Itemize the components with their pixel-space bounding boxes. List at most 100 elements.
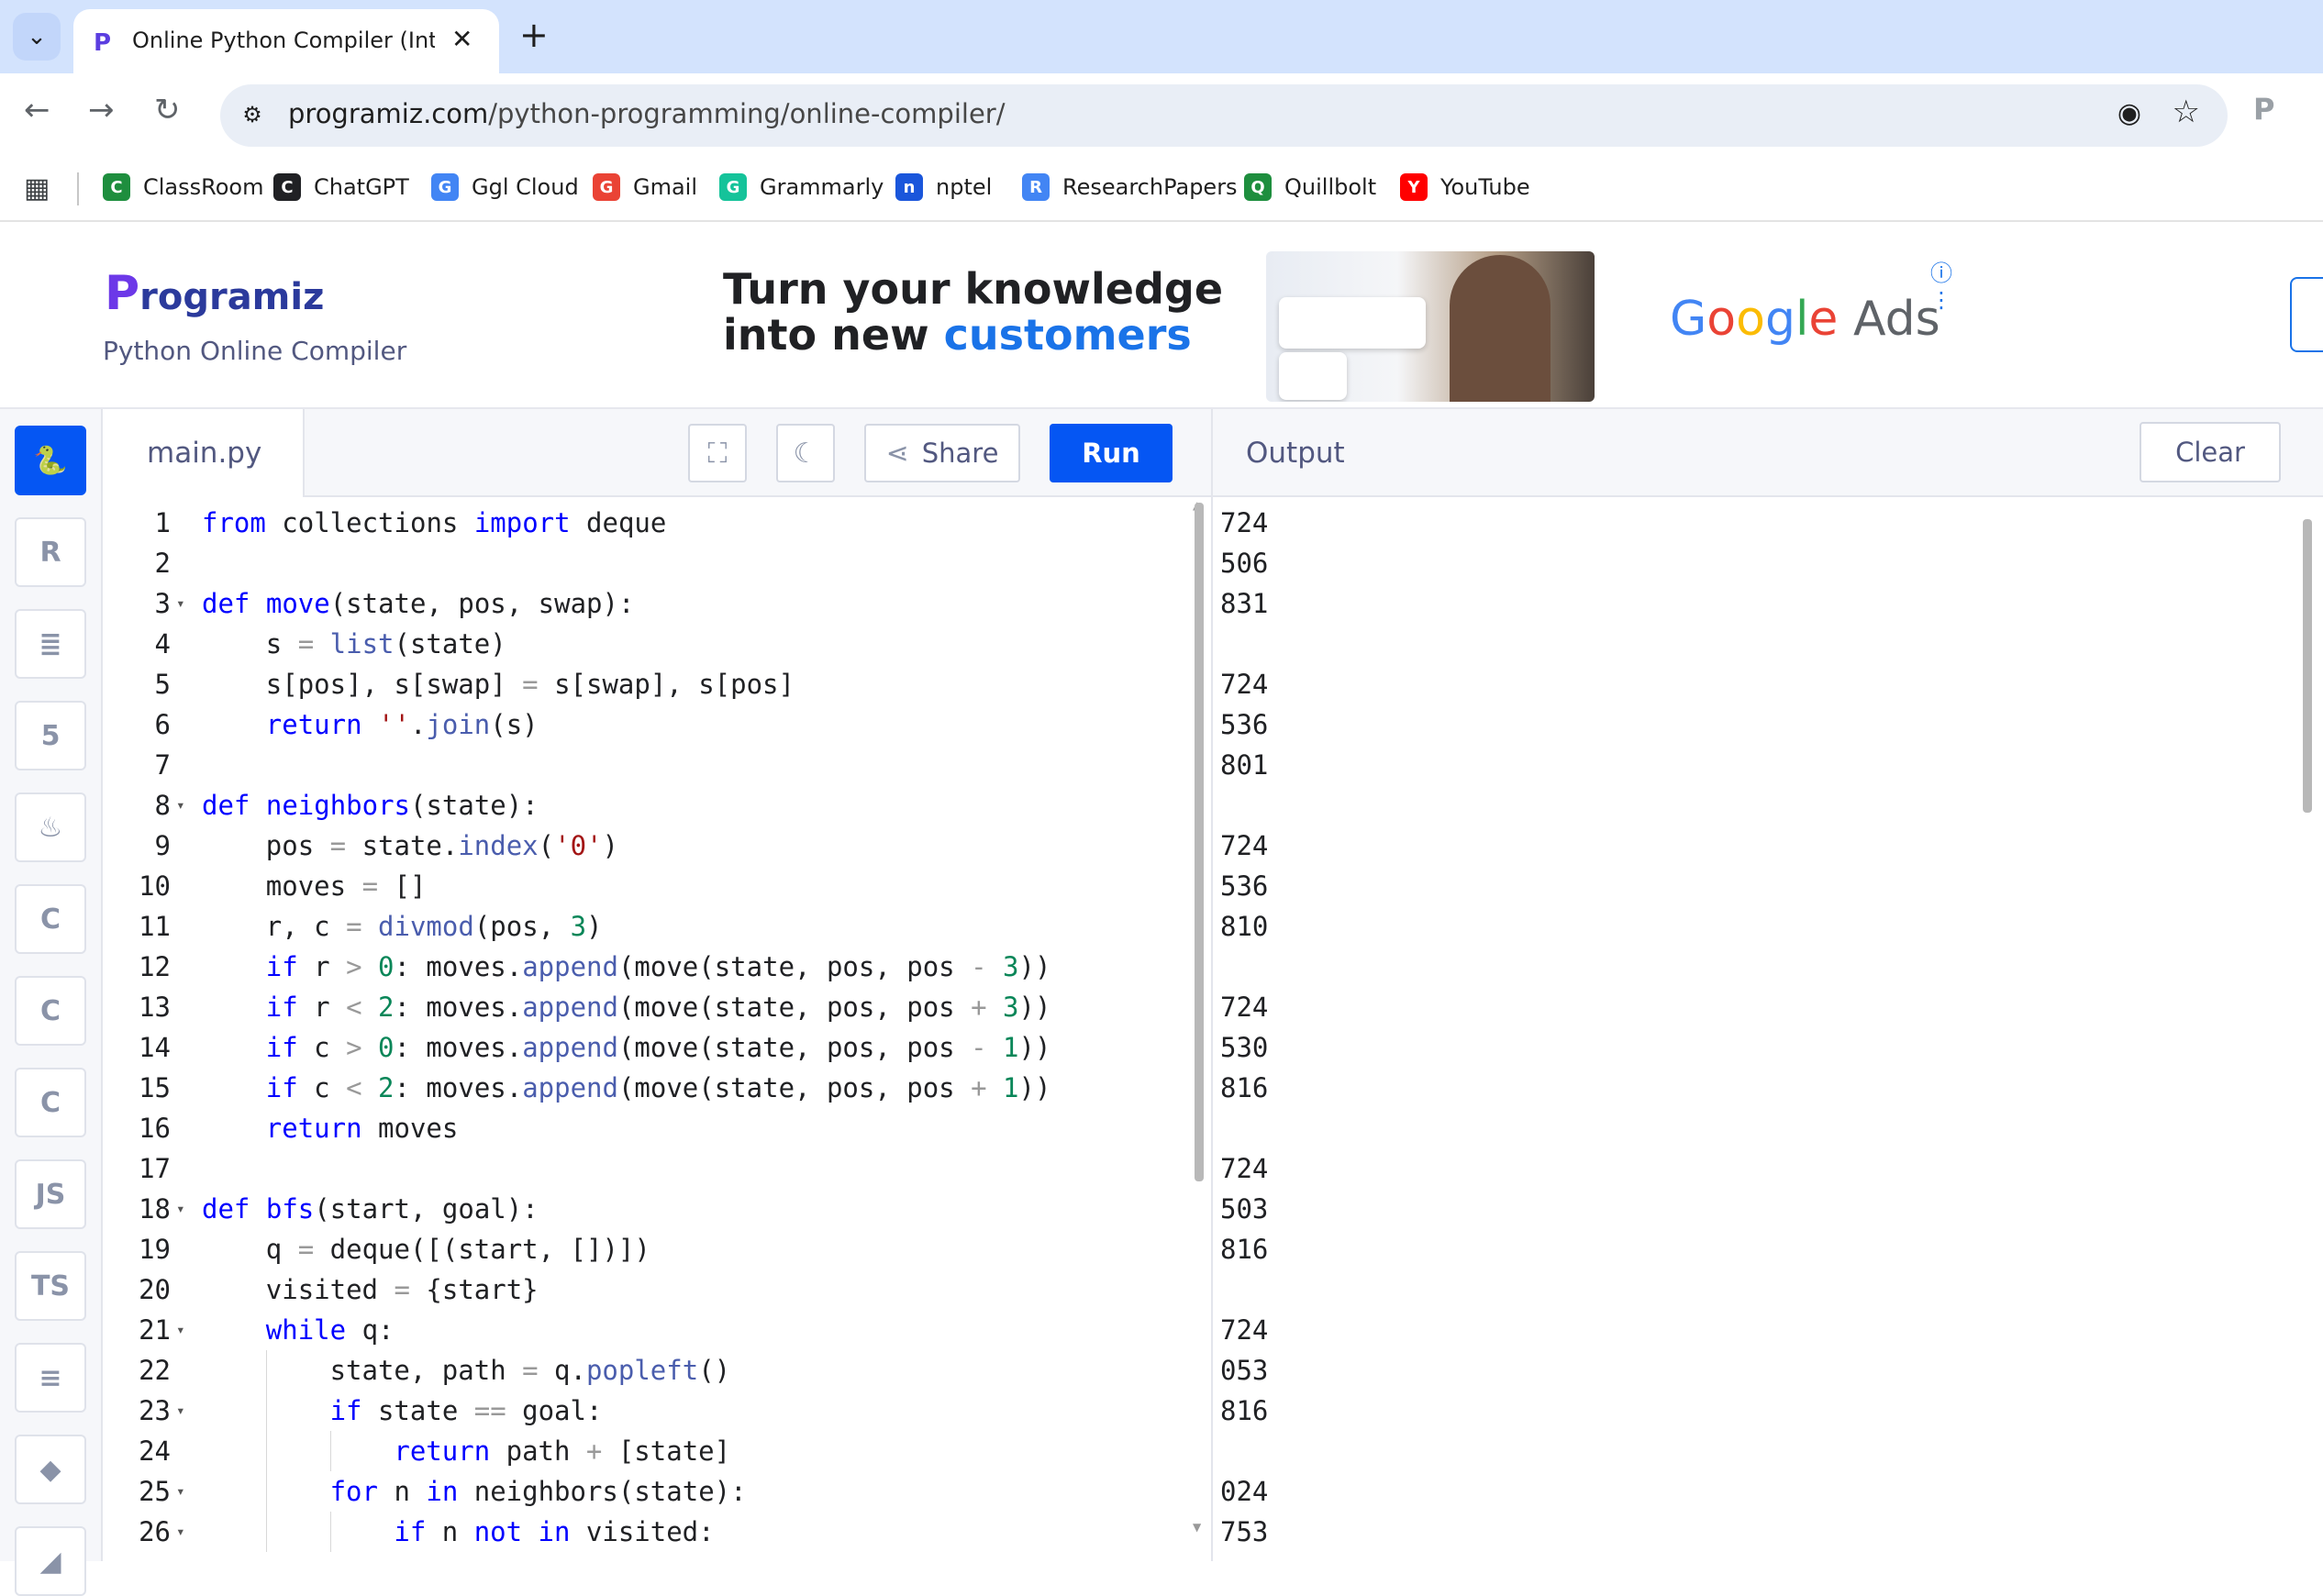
line-number: 15 [139, 1072, 171, 1103]
bookmark-youtube[interactable]: Y YouTube [1400, 169, 1530, 205]
dark-mode-button[interactable]: ☾ [776, 424, 835, 482]
share-button[interactable]: ⋖ Share [864, 424, 1020, 482]
code-line[interactable]: 4 s = list(state) [103, 624, 1185, 664]
bookmark-chatgpt[interactable]: C ChatGPT [273, 169, 409, 205]
fold-toggle-icon[interactable]: ▾ [176, 583, 191, 624]
clear-button[interactable]: Clear [2140, 422, 2281, 482]
compiler-subtitle: Python Online Compiler [103, 336, 407, 366]
code-line[interactable]: 7 [103, 745, 1185, 785]
language-c-button[interactable]: C [15, 884, 86, 954]
bookmark-nptel[interactable]: n nptel [895, 169, 992, 205]
output-scrollbar[interactable] [2303, 519, 2312, 813]
ad-side-button[interactable] [2290, 277, 2323, 352]
site-info-icon[interactable]: ⚙ [237, 99, 268, 130]
tab-search-icon[interactable]: ⌄ [13, 13, 61, 61]
programiz-logo[interactable]: Programiz [105, 266, 324, 321]
fold-toggle-icon[interactable]: ▾ [176, 1391, 191, 1431]
language-html-button[interactable]: 5 [15, 701, 86, 770]
code-line[interactable]: 2 [103, 543, 1185, 583]
code-line[interactable]: 19 q = deque([(start, [])]) [103, 1229, 1185, 1269]
code-line[interactable]: 11 r, c = divmod(pos, 3) [103, 906, 1185, 947]
code-line[interactable]: 9 pos = state.index('0') [103, 826, 1185, 866]
language-r-button[interactable]: R [15, 517, 86, 587]
tracking-protection-icon[interactable]: ◉ [2117, 97, 2141, 129]
go-icon: ≡ [39, 1361, 62, 1394]
code-line[interactable]: 3 ▾ def move(state, pos, swap): [103, 583, 1185, 624]
code-line[interactable]: 22 state, path = q.popleft() [103, 1350, 1185, 1391]
bookmark-label: Ggl Cloud [472, 174, 579, 200]
ad-chart-card [1279, 297, 1426, 349]
code-line[interactable]: 12 if r > 0: moves.append(move(state, pos… [103, 947, 1185, 987]
code-line[interactable]: 15 if c < 2: moves.append(move(state, pos… [103, 1068, 1185, 1108]
code-line[interactable]: 20 visited = {start} [103, 1269, 1185, 1310]
apps-grid-icon[interactable]: ▦ [24, 172, 50, 205]
file-tab[interactable]: main.py [103, 409, 305, 497]
output-line: 503 [1220, 1193, 1269, 1225]
line-number: 21 [139, 1314, 171, 1346]
code-line[interactable]: 18 ▾ def bfs(start, goal): [103, 1189, 1185, 1229]
language-swift-button[interactable]: ◆ [15, 1435, 86, 1504]
fold-toggle-icon[interactable]: ▾ [176, 1512, 191, 1552]
code-line[interactable]: 23 ▾ if state == goal: [103, 1391, 1185, 1431]
url-text[interactable]: programiz.com/python-programming/online-… [288, 98, 1005, 129]
code-line[interactable]: 10 moves = [] [103, 866, 1185, 906]
bookmark-star-icon[interactable]: ☆ [2173, 94, 2200, 130]
google-ad-banner[interactable]: Turn your knowledge into new customers G… [706, 242, 1973, 402]
code-line[interactable]: 16 return moves [103, 1108, 1185, 1148]
bookmark-grammarly[interactable]: G Grammarly [719, 169, 884, 205]
code-line[interactable]: 17 [103, 1148, 1185, 1189]
back-icon[interactable]: ← [24, 92, 50, 128]
run-button[interactable]: Run [1050, 424, 1173, 482]
code-line[interactable]: 14 if c > 0: moves.append(move(state, pos… [103, 1027, 1185, 1068]
bookmark-quillbolt[interactable]: Q Quillbolt [1244, 169, 1376, 205]
code-line[interactable]: 5 s[pos], s[swap] = s[swap], s[pos] [103, 664, 1185, 704]
r-icon: R [39, 536, 61, 569]
language-go-button[interactable]: ≡ [15, 1343, 86, 1413]
editor-scroll-down-icon[interactable]: ▼ [1193, 1521, 1201, 1534]
output-line: 724 [1220, 669, 1269, 700]
code-line[interactable]: 25 ▾ for n in neighbors(state): [103, 1471, 1185, 1512]
profile-icon[interactable]: P [2253, 92, 2274, 127]
line-number: 3 [154, 588, 171, 619]
code-line[interactable]: 13 if r < 2: moves.append(move(state, pos… [103, 987, 1185, 1027]
language-python-button[interactable]: 🐍 [15, 426, 86, 495]
ad-info-icon[interactable]: ⓘ ⋮ [1930, 255, 1973, 313]
bookmark-researchpapers[interactable]: R ResearchPapers [1022, 169, 1238, 205]
bookmark-gmail[interactable]: G Gmail [593, 169, 697, 205]
line-number: 25 [139, 1476, 171, 1507]
fold-toggle-icon[interactable]: ▾ [176, 1310, 191, 1350]
language-sql-button[interactable]: ≣ [15, 609, 86, 679]
code-line[interactable]: 6 return ''.join(s) [103, 704, 1185, 745]
close-tab-icon[interactable]: ✕ [451, 24, 472, 54]
code-line[interactable]: 24 return path + [state] [103, 1431, 1185, 1471]
reload-icon[interactable]: ↻ [154, 92, 181, 128]
language-ts-button[interactable]: TS [15, 1251, 86, 1321]
language-java-button[interactable]: ♨ [15, 792, 86, 862]
browser-tab[interactable]: P Online Python Compiler (Interp ✕ [73, 9, 499, 73]
code-line[interactable]: 8 ▾ def neighbors(state): [103, 785, 1185, 826]
fullscreen-button[interactable]: ⛶ [688, 424, 747, 482]
code-line[interactable]: 21 ▾ while q: [103, 1310, 1185, 1350]
url-host: programiz.com [288, 98, 489, 129]
ad-gauge-card [1279, 352, 1347, 400]
output-line: 506 [1220, 548, 1269, 579]
new-tab-icon[interactable]: + [519, 15, 549, 55]
editor-scrollbar[interactable] [1195, 503, 1204, 1181]
language-csharp-button[interactable]: C [15, 1068, 86, 1137]
bookmark-classroom[interactable]: C ClassRoom [103, 169, 263, 205]
line-number: 6 [154, 709, 171, 740]
fold-toggle-icon[interactable]: ▾ [176, 1189, 191, 1229]
forward-icon[interactable]: → [88, 92, 115, 128]
cpp-icon: C [39, 994, 61, 1027]
language-cpp-button[interactable]: C [15, 976, 86, 1046]
address-bar[interactable]: ⚙ programiz.com/python-programming/onlin… [220, 84, 2228, 147]
language-more-button[interactable]: ◢ [15, 1526, 86, 1596]
language-js-button[interactable]: JS [15, 1159, 86, 1229]
fold-toggle-icon[interactable]: ▾ [176, 1471, 191, 1512]
bookmark-ggl-cloud[interactable]: G Ggl Cloud [431, 169, 579, 205]
output-line: 724 [1220, 1153, 1269, 1184]
code-editor[interactable]: 1 from collections import deque 2 3 ▾ def mov… [103, 497, 1211, 1561]
code-line[interactable]: 26 ▾ if n not in visited: [103, 1512, 1185, 1552]
fold-toggle-icon[interactable]: ▾ [176, 785, 191, 826]
code-line[interactable]: 1 from collections import deque [103, 503, 1185, 543]
